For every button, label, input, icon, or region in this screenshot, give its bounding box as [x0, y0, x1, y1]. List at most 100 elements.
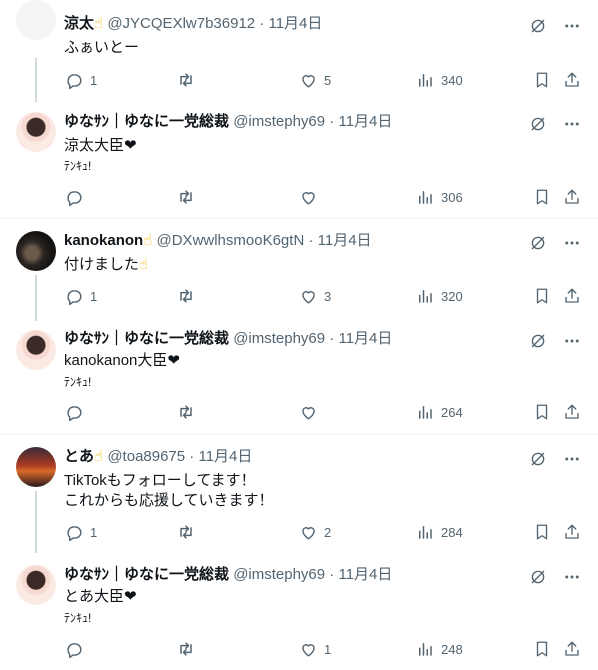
- top-icons: [528, 114, 582, 134]
- reply-button[interactable]: 1: [64, 286, 97, 306]
- views-button[interactable]: 320: [415, 286, 463, 306]
- retweet-icon: [176, 187, 196, 207]
- display-name[interactable]: とあ: [64, 448, 94, 465]
- tweet-header: ゆなｻﾝ｜ゆなに一党総裁 @imstephy69 · 11月4日: [64, 330, 393, 347]
- timestamp[interactable]: 11月4日: [338, 113, 392, 130]
- views-button[interactable]: 284: [415, 522, 463, 542]
- more-icon[interactable]: [562, 114, 582, 134]
- avatar[interactable]: [16, 565, 56, 605]
- reply-button[interactable]: [64, 402, 84, 422]
- handle[interactable]: @imstephy69: [233, 566, 325, 583]
- like-button[interactable]: [298, 402, 318, 422]
- share-button[interactable]: [562, 402, 582, 422]
- avatar[interactable]: [16, 330, 56, 370]
- tweet[interactable]: ゆなｻﾝ｜ゆなに一党総裁 @imstephy69 · 11月4日 涼太大臣❤ ﾃ…: [0, 100, 598, 218]
- tweet-text: TikTokもフォローしてます！: [64, 472, 256, 489]
- timestamp[interactable]: 11月4日: [198, 448, 252, 465]
- action-bar: 1 2 284: [64, 522, 582, 542]
- views-button[interactable]: 340: [415, 70, 463, 90]
- retweet-button[interactable]: [176, 522, 196, 542]
- tweet-text: 涼太大臣❤: [64, 137, 137, 154]
- bookmark-icon: [532, 639, 552, 659]
- reply-button[interactable]: [64, 187, 84, 207]
- bookmark-button[interactable]: [532, 70, 552, 90]
- timestamp[interactable]: 11月4日: [318, 232, 372, 249]
- bookmark-button[interactable]: [532, 522, 552, 542]
- share-button[interactable]: [562, 187, 582, 207]
- reply-button[interactable]: [64, 639, 84, 659]
- action-bar: 264: [64, 402, 582, 422]
- more-icon[interactable]: [562, 567, 582, 587]
- views-button[interactable]: 248: [415, 639, 463, 659]
- share-icon: [562, 402, 582, 422]
- display-name[interactable]: ゆなｻﾝ｜ゆなに一党総裁: [64, 330, 229, 347]
- name-emoji: ☝: [94, 448, 104, 465]
- retweet-button[interactable]: [176, 70, 196, 90]
- action-bar: 1 3 320: [64, 286, 582, 306]
- avatar[interactable]: [16, 231, 56, 271]
- view-count: 320: [441, 288, 463, 304]
- tweet[interactable]: とあ☝ @toa89675 · 11月4日 TikTokもフォローしてます！ こ…: [0, 435, 598, 553]
- handle[interactable]: @imstephy69: [233, 113, 325, 130]
- timestamp[interactable]: 11月4日: [268, 15, 322, 32]
- like-button[interactable]: 5: [298, 70, 331, 90]
- display-name[interactable]: ゆなｻﾝ｜ゆなに一党総裁: [64, 113, 229, 130]
- display-name[interactable]: ゆなｻﾝ｜ゆなに一党総裁: [64, 566, 229, 583]
- more-icon[interactable]: [562, 331, 582, 351]
- tweet[interactable]: ゆなｻﾝ｜ゆなに一党総裁 @imstephy69 · 11月4日 kanokan…: [0, 319, 598, 434]
- handle[interactable]: @DXwwlhsmooK6gtN: [157, 232, 305, 249]
- tweet[interactable]: 涼太☝ @JYCQEXlw7b36912 · 11月4日 ふぁいとー 1 5 3…: [0, 0, 598, 102]
- timestamp[interactable]: 11月4日: [338, 566, 392, 583]
- avatar[interactable]: [16, 447, 56, 487]
- views-button[interactable]: 306: [415, 187, 463, 207]
- grok-icon[interactable]: [528, 114, 548, 134]
- display-name[interactable]: kanokanon: [64, 232, 143, 249]
- share-icon: [562, 70, 582, 90]
- reply-button[interactable]: 1: [64, 522, 97, 542]
- tweet-text: 付けました☝: [64, 256, 149, 273]
- retweet-button[interactable]: [176, 639, 196, 659]
- bookmark-button[interactable]: [532, 639, 552, 659]
- share-button[interactable]: [562, 286, 582, 306]
- views-icon: [415, 522, 435, 542]
- tweet[interactable]: ゆなｻﾝ｜ゆなに一党総裁 @imstephy69 · 11月4日 とあ大臣❤ ﾃ…: [0, 554, 598, 670]
- grok-icon[interactable]: [528, 331, 548, 351]
- handle[interactable]: @JYCQEXlw7b36912: [107, 15, 255, 32]
- bookmark-button[interactable]: [532, 402, 552, 422]
- share-button[interactable]: [562, 639, 582, 659]
- more-icon[interactable]: [562, 233, 582, 253]
- like-button[interactable]: 1: [298, 639, 331, 659]
- more-icon[interactable]: [562, 449, 582, 469]
- like-count: 2: [324, 524, 332, 540]
- retweet-icon: [176, 70, 196, 90]
- top-icons: [528, 233, 582, 253]
- grok-icon[interactable]: [528, 233, 548, 253]
- handle[interactable]: @imstephy69: [233, 330, 325, 347]
- like-button[interactable]: 2: [298, 522, 331, 542]
- grok-icon[interactable]: [528, 449, 548, 469]
- grok-icon[interactable]: [528, 16, 548, 36]
- heart-icon: [298, 286, 318, 306]
- retweet-button[interactable]: [176, 187, 196, 207]
- share-button[interactable]: [562, 70, 582, 90]
- display-name[interactable]: 涼太: [64, 15, 94, 32]
- retweet-button[interactable]: [176, 286, 196, 306]
- avatar[interactable]: [16, 0, 56, 40]
- reply-button[interactable]: 1: [64, 70, 97, 90]
- handle[interactable]: @toa89675: [107, 448, 185, 465]
- grok-icon[interactable]: [528, 567, 548, 587]
- tweet[interactable]: kanokanon☝ @DXwwlhsmooK6gtN · 11月4日 付けまし…: [0, 219, 598, 321]
- retweet-button[interactable]: [176, 402, 196, 422]
- tweet-header: kanokanon☝ @DXwwlhsmooK6gtN · 11月4日: [64, 232, 372, 249]
- bookmark-button[interactable]: [532, 286, 552, 306]
- views-button[interactable]: 264: [415, 402, 463, 422]
- timestamp[interactable]: 11月4日: [338, 330, 392, 347]
- bookmark-button[interactable]: [532, 187, 552, 207]
- avatar[interactable]: [16, 112, 56, 152]
- reply-count: 1: [90, 524, 98, 540]
- share-button[interactable]: [562, 522, 582, 542]
- like-button[interactable]: 3: [298, 286, 331, 306]
- like-button[interactable]: [298, 187, 318, 207]
- heart-icon: [298, 70, 318, 90]
- more-icon[interactable]: [562, 16, 582, 36]
